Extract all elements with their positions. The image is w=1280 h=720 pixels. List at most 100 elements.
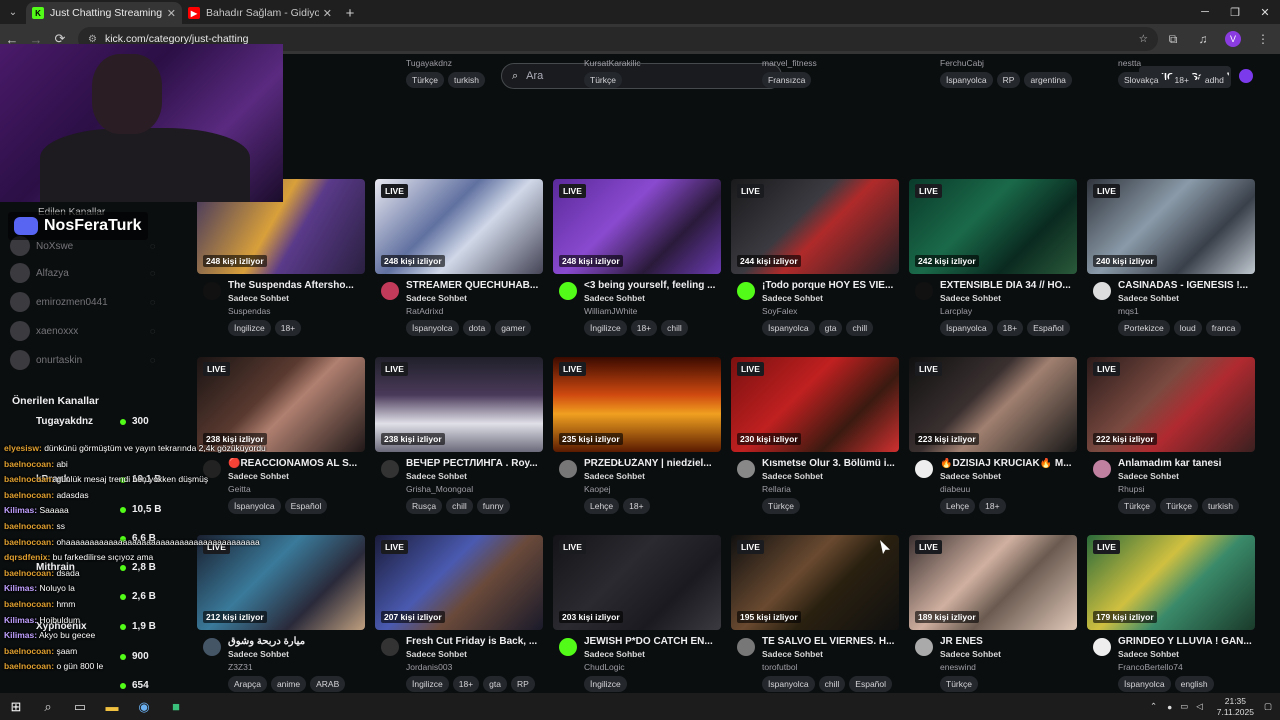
channel-name[interactable]: Jordanis003: [406, 662, 452, 672]
channel-avatar[interactable]: [737, 282, 755, 300]
tag-chip[interactable]: İspanyolca: [762, 320, 815, 336]
stream-category[interactable]: Sadece Sohbet: [406, 293, 467, 303]
channel-avatar[interactable]: [915, 638, 933, 656]
tag-chip[interactable]: argentina: [1024, 72, 1072, 88]
channel-avatar[interactable]: [381, 638, 399, 656]
tag-chip[interactable]: 18+: [1168, 72, 1195, 88]
tab-kick[interactable]: K Just Chatting Streaming - Live S ✕: [26, 2, 182, 24]
stream-title[interactable]: The Suspendas Aftersho...: [228, 280, 364, 291]
stream-thumbnail[interactable]: LIVE 212 kişi izliyor: [197, 535, 365, 630]
tag-chip[interactable]: Lehçe: [940, 498, 976, 514]
stream-title[interactable]: GRINDEO Y LLUVIA ! GAN...: [1118, 636, 1254, 647]
stream-thumbnail[interactable]: LIVE 238 kişi izliyor: [375, 357, 543, 452]
notification-icon[interactable]: ▢: [1264, 701, 1272, 712]
tag-chip[interactable]: gta: [483, 676, 507, 692]
channel-name[interactable]: eneswind: [940, 662, 976, 672]
stream-title[interactable]: TE SALVO EL VIERNES. H...: [762, 636, 898, 647]
channel-name[interactable]: FerchuCabj: [940, 58, 984, 68]
channel-avatar[interactable]: [381, 460, 399, 478]
channel-avatar[interactable]: [381, 282, 399, 300]
tag-chip[interactable]: Fransızca: [762, 72, 812, 88]
tag-chip[interactable]: İspanyolca: [762, 676, 815, 692]
tag-chip[interactable]: Portekizce: [1118, 320, 1170, 336]
new-tab-icon[interactable]: +: [338, 2, 362, 24]
channel-name[interactable]: Rellaria: [762, 484, 791, 494]
close-tab-icon[interactable]: ✕: [323, 7, 332, 20]
channel-name[interactable]: Suspendas: [228, 306, 271, 316]
stream-thumbnail[interactable]: LIVE 222 kişi izliyor: [1087, 357, 1255, 452]
clock[interactable]: 21:35 7.11.2025: [1217, 696, 1254, 718]
tag-chip[interactable]: Español: [849, 676, 893, 692]
menu-dots-icon[interactable]: ⋮: [1248, 32, 1278, 46]
stream-title[interactable]: <3 being yourself, feeling ...: [584, 280, 720, 291]
stream-thumbnail[interactable]: LIVE 189 kişi izliyor: [909, 535, 1077, 630]
tag-chip[interactable]: 18+: [996, 320, 1024, 336]
stream-thumbnail[interactable]: LIVE 244 kişi izliyor: [731, 179, 899, 274]
channel-name[interactable]: diabeuu: [940, 484, 970, 494]
stream-card[interactable]: LIVE 238 kişi izliyor ВЕЧЕР РЕСТЛИНГА . Ro…: [375, 357, 543, 518]
channel-avatar[interactable]: [737, 638, 755, 656]
stream-card[interactable]: LIVE 248 kişi izliyor STREAMER QUECHUHAB..…: [375, 179, 543, 340]
extensions-icon[interactable]: ⧉: [1158, 32, 1188, 47]
minimize-icon[interactable]: ─: [1190, 0, 1220, 24]
stream-card[interactable]: LIVE 244 kişi izliyor ¡Todo porque HOY ES …: [731, 179, 899, 340]
stream-title[interactable]: JR ENES: [940, 636, 1076, 647]
stream-card[interactable]: LIVE 223 kişi izliyor 🔥DZISIAJ KRUCIAK🔥 M.…: [909, 357, 1077, 518]
tag-chip[interactable]: 18+: [274, 320, 302, 336]
channel-name[interactable]: KursatKarakilic: [584, 58, 641, 68]
tag-chip[interactable]: Türkçe: [940, 676, 978, 692]
stream-category[interactable]: Sadece Sohbet: [762, 649, 823, 659]
stream-category[interactable]: Sadece Sohbet: [228, 293, 289, 303]
tag-chip[interactable]: Slovakça: [1118, 72, 1165, 88]
stream-title[interactable]: Kısmetse Olur 3. Bölümü i...: [762, 458, 898, 469]
mic-icon[interactable]: ●: [1167, 702, 1172, 712]
channel-name[interactable]: torofutbol: [762, 662, 797, 672]
close-window-icon[interactable]: ✕: [1250, 0, 1280, 24]
stream-category[interactable]: Sadece Sohbet: [940, 649, 1001, 659]
stream-title[interactable]: 🔴REACCIONAMOS AL S...: [228, 458, 364, 469]
stream-title[interactable]: PRZEDŁUŻANY | niedziel...: [584, 458, 720, 469]
tag-chip[interactable]: Arapça: [228, 676, 267, 692]
tag-chip[interactable]: ARAB: [310, 676, 346, 692]
tag-chip[interactable]: loud: [1173, 320, 1202, 336]
stream-card[interactable]: LIVE 240 kişi izliyor CASINADAS - IGENESIS…: [1087, 179, 1255, 340]
stream-card[interactable]: long time agoSadece Sohbetmarvel_fitness…: [731, 54, 899, 92]
followed-channel[interactable]: Alfazya ◌: [10, 263, 155, 283]
stream-thumbnail[interactable]: LIVE 223 kişi izliyor: [909, 357, 1077, 452]
stream-category[interactable]: Sadece Sohbet: [584, 471, 645, 481]
bookmark-star-icon[interactable]: ☆: [1139, 33, 1148, 45]
stream-category[interactable]: Sadece Sohbet: [228, 471, 289, 481]
tag-chip[interactable]: franca: [1205, 320, 1242, 336]
tag-chip[interactable]: Lehçe: [584, 498, 620, 514]
channel-name[interactable]: FrancoBertello74: [1118, 662, 1183, 672]
stream-thumbnail[interactable]: LIVE 179 kişi izliyor: [1087, 535, 1255, 630]
stream-thumbnail[interactable]: LIVE 230 kişi izliyor: [731, 357, 899, 452]
channel-avatar[interactable]: [1093, 460, 1111, 478]
stream-thumbnail[interactable]: LIVE 248 kişi izliyor: [375, 179, 543, 274]
stream-title[interactable]: Anlamadım kar tanesi: [1118, 458, 1254, 469]
tag-chip[interactable]: 18+: [630, 320, 658, 336]
followed-channel[interactable]: onurtaskin ◌: [10, 350, 155, 370]
channel-avatar[interactable]: [203, 638, 221, 656]
stream-category[interactable]: Sadece Sohbet: [406, 54, 467, 55]
channel-name[interactable]: WilliamJWhite: [584, 306, 637, 316]
stream-category[interactable]: Sadece Sohbet: [1118, 649, 1179, 659]
stream-title[interactable]: EXTENSIBLE DIA 34 // HO...: [940, 280, 1076, 291]
channel-avatar[interactable]: [915, 282, 933, 300]
tag-chip[interactable]: İngilizce: [228, 320, 271, 336]
stream-category[interactable]: Sadece Sohbet: [406, 471, 467, 481]
tag-chip[interactable]: RP: [996, 72, 1021, 88]
stream-card[interactable]: LIVE248 kişi izliyorThe Suspendas Afters…: [197, 179, 365, 340]
stream-card[interactable]: LIVE 195 kişi izliyor TE SALVO EL VIERNES.…: [731, 535, 899, 693]
tag-chip[interactable]: Rusça: [406, 498, 443, 514]
channel-avatar[interactable]: [559, 460, 577, 478]
followed-channel[interactable]: emirozmen0441 ◌: [10, 292, 155, 312]
stream-title[interactable]: STREAMER QUECHUHAB...: [406, 280, 542, 291]
stream-category[interactable]: Sadece Sohbet: [584, 293, 645, 303]
stream-category[interactable]: Sadece Sohbet: [762, 471, 823, 481]
channel-avatar[interactable]: [559, 282, 577, 300]
tag-chip[interactable]: dota: [462, 320, 492, 336]
tag-chip[interactable]: gta: [818, 320, 843, 336]
tag-chip[interactable]: Türkçe: [406, 72, 444, 88]
tag-chip[interactable]: adhd: [1198, 72, 1230, 88]
